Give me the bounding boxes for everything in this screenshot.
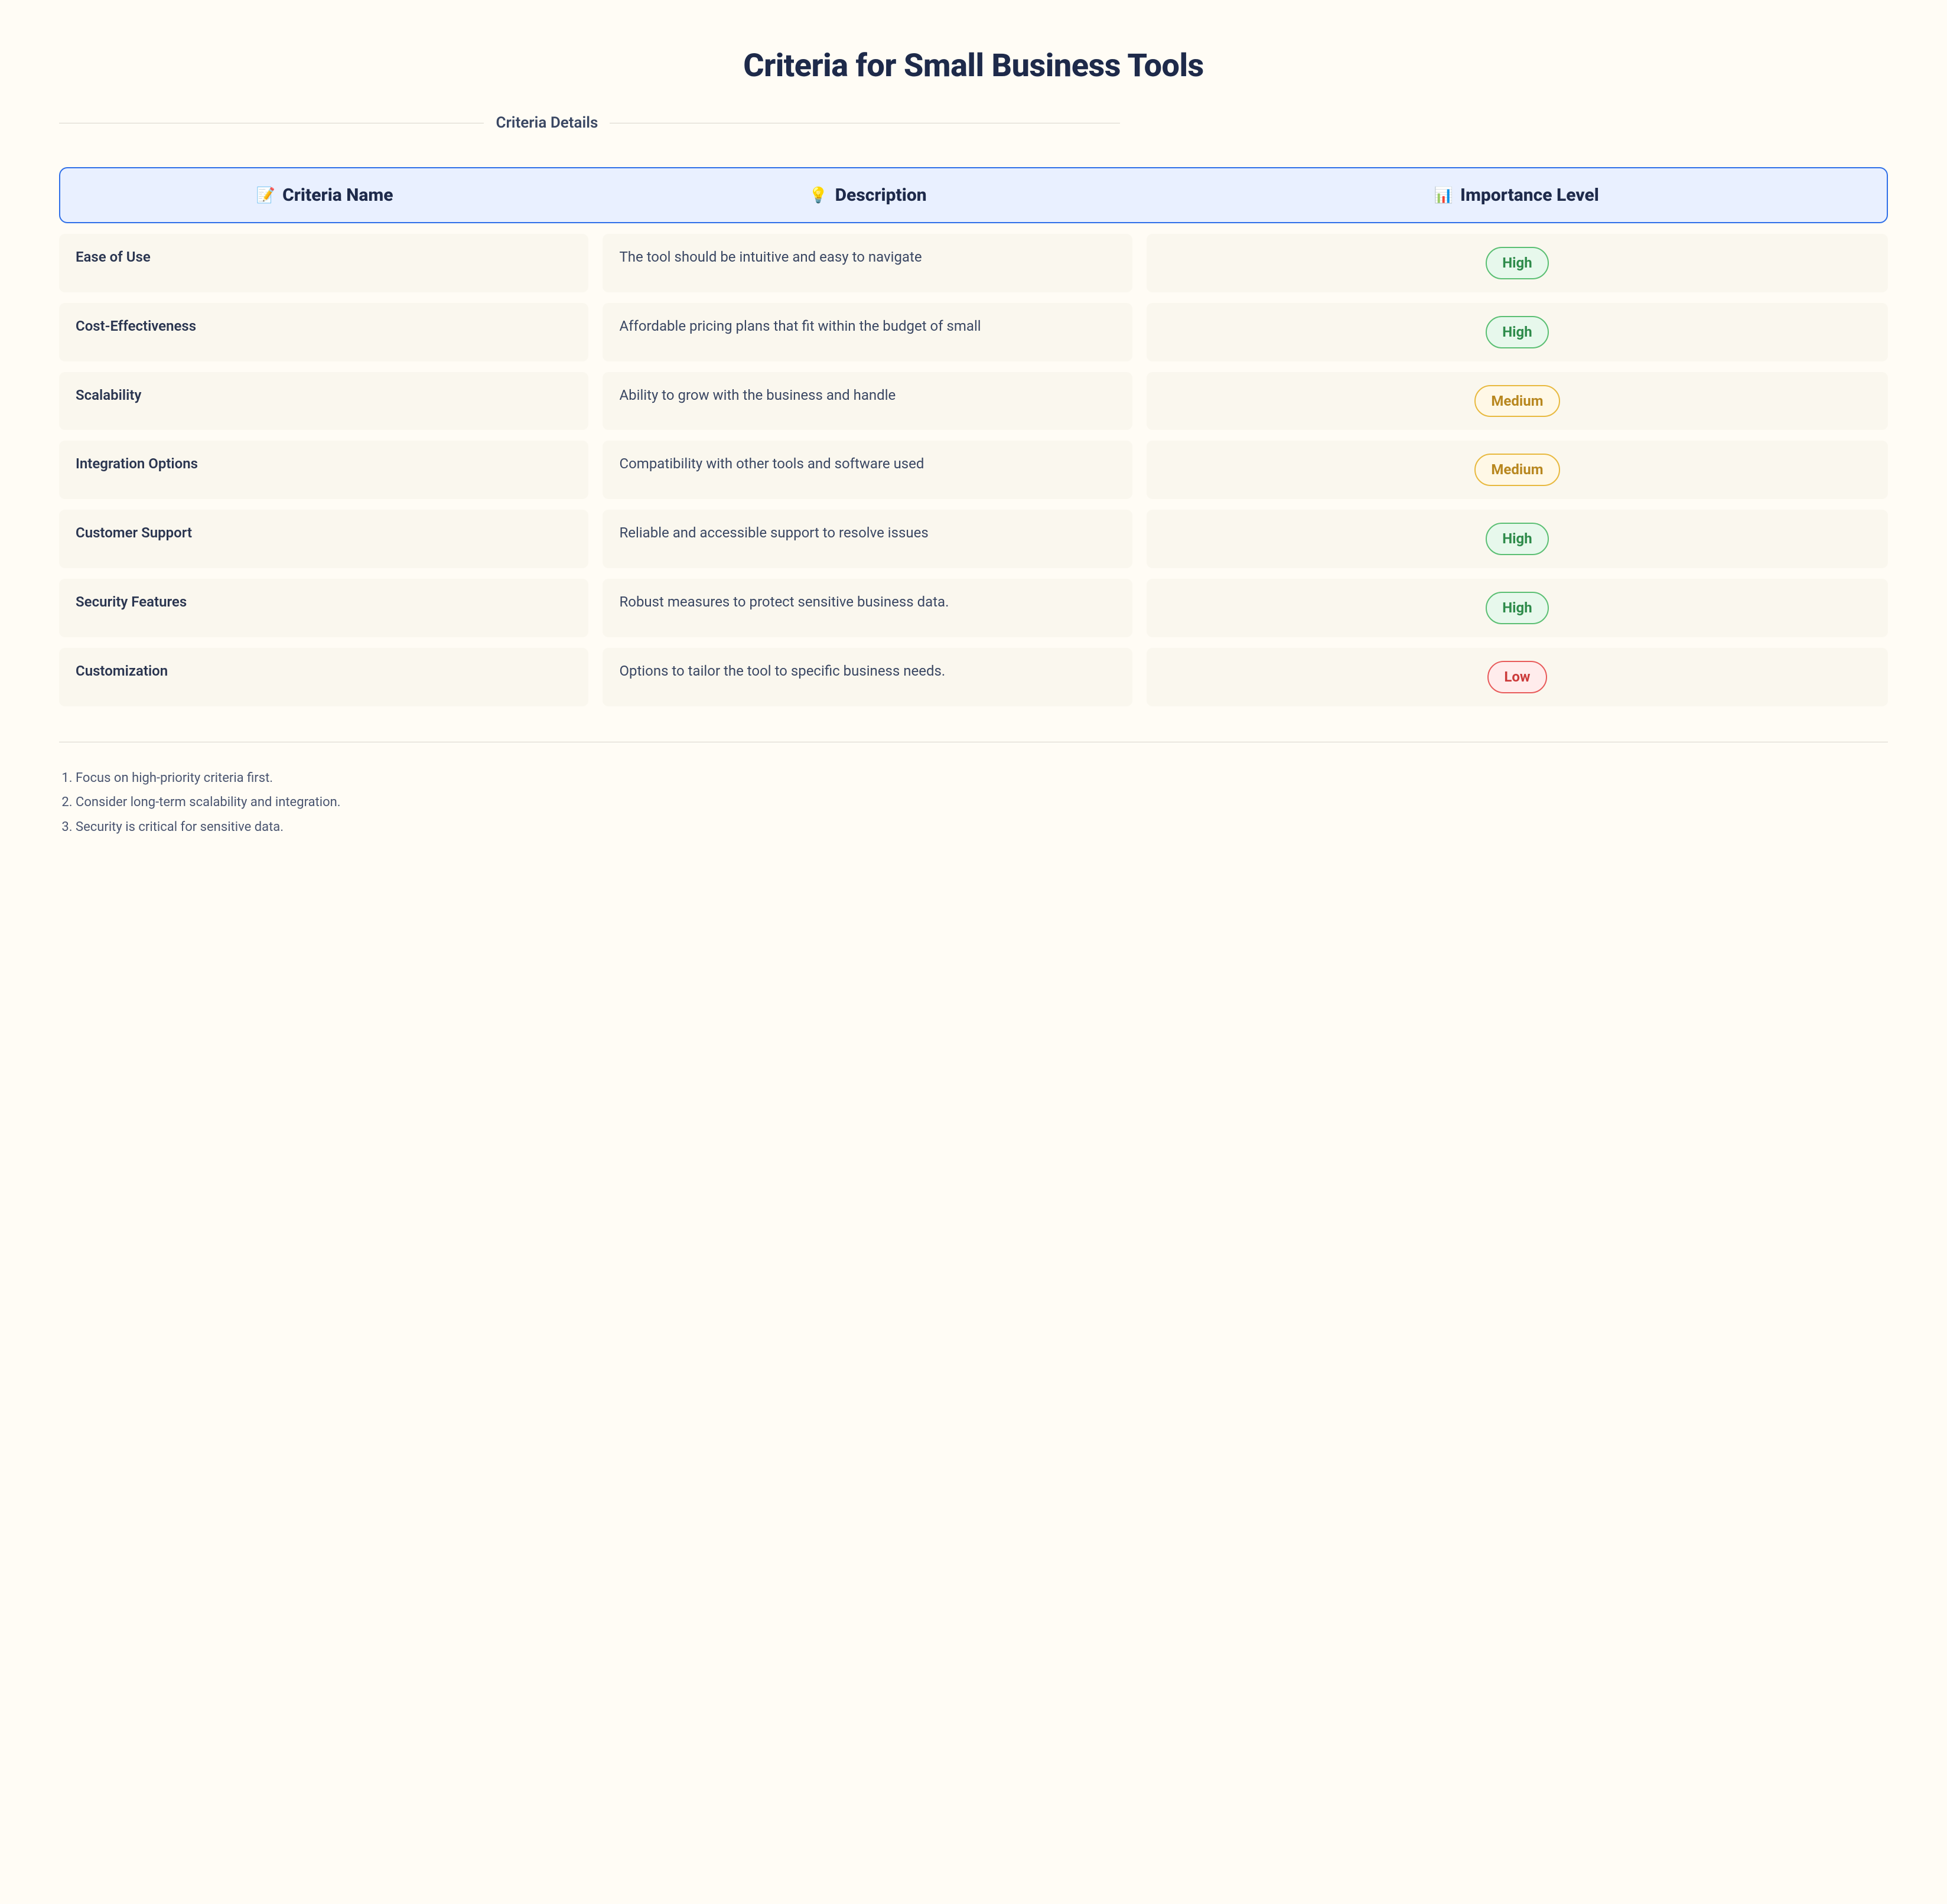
table-row: Integration Options Compatibility with ot… <box>59 441 1888 499</box>
table-header-row: 📝 Criteria Name 💡 Description 📊 Importan… <box>59 167 1888 223</box>
criteria-name-cell: Integration Options <box>59 441 588 499</box>
importance-badge: High <box>1486 592 1548 624</box>
criteria-name-cell: Scalability <box>59 372 588 431</box>
criteria-table: 📝 Criteria Name 💡 Description 📊 Importan… <box>59 167 1888 706</box>
section-label-container: Criteria Details <box>59 114 1120 132</box>
importance-cell: High <box>1147 510 1888 568</box>
memo-icon: 📝 <box>256 187 275 204</box>
description-cell: Options to tailor the tool to specific b… <box>603 648 1132 706</box>
header-description: 💡 Description <box>603 185 1132 206</box>
criteria-name-cell: Customization <box>59 648 588 706</box>
importance-cell: Medium <box>1147 441 1888 499</box>
criteria-name-cell: Customer Support <box>59 510 588 568</box>
header-importance: 📊 Importance Level <box>1147 185 1887 206</box>
table-row: Scalability Ability to grow with the busi… <box>59 372 1888 431</box>
importance-badge: High <box>1486 316 1548 348</box>
importance-cell: High <box>1147 303 1888 361</box>
note-item: Consider long-term scalability and integ… <box>76 790 1888 815</box>
description-cell: Compatibility with other tools and softw… <box>603 441 1132 499</box>
description-cell: Robust measures to protect sensitive bus… <box>603 579 1132 637</box>
table-row: Cost-Effectiveness Affordable pricing pla… <box>59 303 1888 361</box>
importance-cell: Low <box>1147 648 1888 706</box>
page-title: Criteria for Small Business Tools <box>59 47 1888 84</box>
importance-badge: High <box>1486 523 1548 555</box>
note-item: Security is critical for sensitive data. <box>76 815 1888 840</box>
criteria-name-cell: Ease of Use <box>59 234 588 292</box>
importance-cell: Medium <box>1147 372 1888 431</box>
criteria-name-cell: Cost-Effectiveness <box>59 303 588 361</box>
criteria-name-cell: Security Features <box>59 579 588 637</box>
importance-cell: High <box>1147 234 1888 292</box>
importance-cell: High <box>1147 579 1888 637</box>
description-cell: Reliable and accessible support to resol… <box>603 510 1132 568</box>
barchart-icon: 📊 <box>1434 187 1453 204</box>
importance-badge: Medium <box>1474 454 1559 486</box>
header-label: Description <box>835 185 927 206</box>
notes-list: Focus on high-priority criteria first.Co… <box>59 766 1888 840</box>
table-row: Security Features Robust measures to prot… <box>59 579 1888 637</box>
lightbulb-icon: 💡 <box>809 187 828 204</box>
table-row: Customization Options to tailor the tool … <box>59 648 1888 706</box>
importance-badge: High <box>1486 247 1548 279</box>
header-criteria-name: 📝 Criteria Name <box>60 185 589 206</box>
table-row: Customer Support Reliable and accessible … <box>59 510 1888 568</box>
header-label: Criteria Name <box>282 185 393 206</box>
header-label: Importance Level <box>1460 185 1599 206</box>
description-cell: The tool should be intuitive and easy to… <box>603 234 1132 292</box>
description-cell: Affordable pricing plans that fit within… <box>603 303 1132 361</box>
note-item: Focus on high-priority criteria first. <box>76 766 1888 791</box>
importance-badge: Low <box>1487 661 1546 693</box>
importance-badge: Medium <box>1474 385 1559 418</box>
description-cell: Ability to grow with the business and ha… <box>603 372 1132 431</box>
section-label: Criteria Details <box>484 114 610 132</box>
table-row: Ease of Use The tool should be intuitive … <box>59 234 1888 292</box>
